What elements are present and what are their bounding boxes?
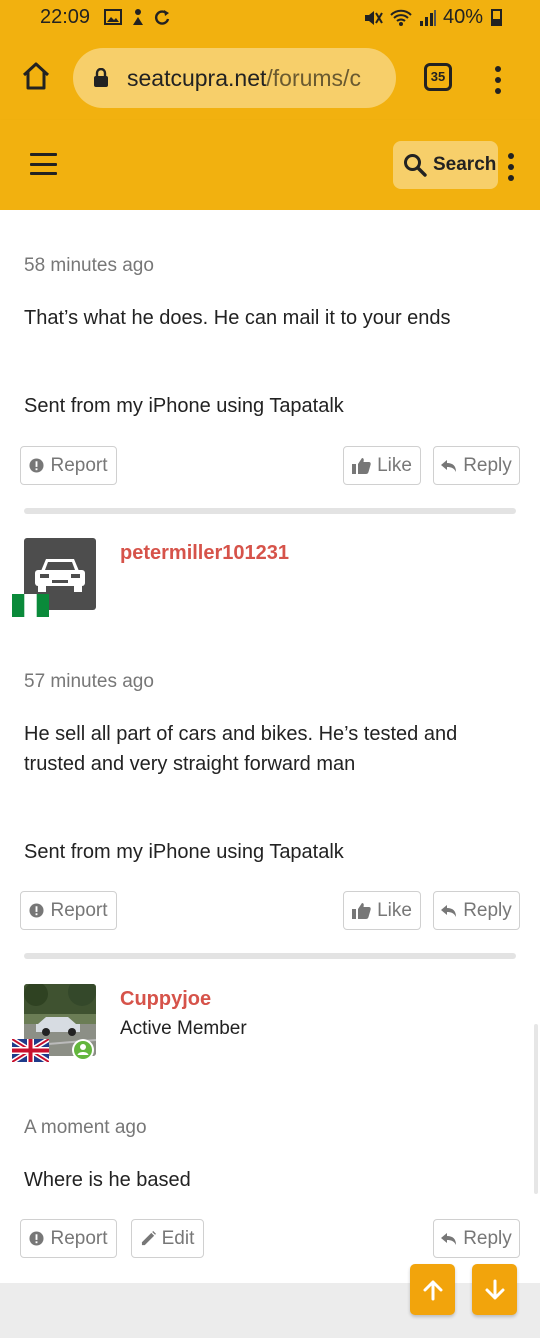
edit-label: Edit — [161, 1227, 195, 1249]
online-status-icon — [72, 1039, 94, 1061]
arrow-up-icon — [423, 1280, 442, 1300]
post-divider — [24, 508, 516, 514]
scrollbar[interactable] — [534, 1024, 538, 1194]
like-label: Like — [377, 899, 412, 921]
thumbs-up-icon — [352, 903, 371, 919]
reply-button[interactable]: Reply — [433, 891, 520, 930]
post-time[interactable]: 57 minutes ago — [24, 671, 154, 693]
post-message: That’s what he does. He can mail it to y… — [24, 307, 451, 329]
report-label: Report — [50, 899, 108, 921]
reply-label: Reply — [463, 899, 512, 921]
battery-percent: 40% — [442, 6, 483, 28]
sync-icon — [155, 10, 170, 25]
user-title: Active Member — [120, 1018, 247, 1039]
home-icon[interactable] — [20, 60, 52, 92]
post-message: He sell all part of cars and bikes. He’s… — [24, 723, 458, 775]
report-button[interactable]: Report — [20, 891, 117, 930]
search-label: Search — [433, 154, 497, 175]
post-signature: Sent from my iPhone using Tapatalk — [24, 395, 344, 417]
post-message: Where is he based — [24, 1169, 191, 1191]
thread-posts: 58 minutes ago That’s what he does. He c… — [0, 210, 540, 1283]
reply-icon — [441, 904, 457, 917]
browser-toolbar: seatcupra.net/forums/c 35 — [0, 36, 540, 120]
reply-button[interactable]: Reply — [433, 1219, 520, 1258]
username-link[interactable]: petermiller101231 — [120, 542, 289, 565]
wifi-icon — [390, 9, 412, 26]
url-text: seatcupra.net/forums/c — [127, 65, 361, 92]
battery-icon — [491, 9, 502, 26]
like-label: Like — [377, 454, 412, 476]
post-time[interactable]: A moment ago — [24, 1117, 147, 1139]
site-menu-icon[interactable] — [508, 153, 514, 181]
activity-icon — [133, 9, 143, 25]
url-domain: seatcupra.net — [127, 65, 267, 91]
status-left-icons — [104, 8, 170, 26]
mute-icon — [364, 10, 383, 25]
reply-label: Reply — [463, 454, 512, 476]
report-button[interactable]: Report — [20, 1219, 117, 1258]
nigeria-flag-icon — [12, 594, 49, 617]
signal-icon — [419, 9, 436, 26]
site-header: Search — [0, 120, 540, 210]
thumbs-up-icon — [352, 458, 371, 474]
report-button[interactable]: Report — [20, 446, 117, 485]
reply-button[interactable]: Reply — [433, 446, 520, 485]
scroll-to-top-button[interactable] — [410, 1264, 455, 1315]
page-footer-area — [0, 1283, 540, 1338]
search-button[interactable]: Search — [393, 141, 498, 189]
like-button[interactable]: Like — [343, 891, 421, 930]
edit-button[interactable]: Edit — [131, 1219, 204, 1258]
scroll-to-bottom-button[interactable] — [472, 1264, 517, 1315]
report-icon — [29, 458, 45, 473]
report-label: Report — [50, 1227, 108, 1249]
uk-flag-icon — [12, 1039, 49, 1062]
report-icon — [29, 1231, 45, 1246]
status-time: 22:09 — [40, 6, 91, 28]
post-divider — [24, 953, 516, 959]
address-bar[interactable]: seatcupra.net/forums/c — [73, 48, 396, 108]
status-bar: 22:09 40% — [0, 0, 540, 36]
status-right-icons: 40% — [363, 6, 502, 29]
arrow-down-icon — [485, 1279, 504, 1299]
report-label: Report — [50, 454, 108, 476]
reply-icon — [441, 459, 457, 472]
report-icon — [29, 903, 45, 918]
reply-label: Reply — [463, 1227, 512, 1249]
pencil-icon — [141, 1231, 156, 1246]
url-path: /forums/c — [266, 65, 361, 91]
gallery-icon — [104, 9, 122, 25]
username-link[interactable]: Cuppyjoe — [120, 988, 211, 1011]
post-time[interactable]: 58 minutes ago — [24, 255, 154, 277]
like-button[interactable]: Like — [343, 446, 421, 485]
tab-switcher-button[interactable]: 35 — [424, 63, 452, 91]
menu-icon[interactable] — [30, 153, 57, 175]
browser-menu-icon[interactable] — [495, 66, 501, 94]
post-signature: Sent from my iPhone using Tapatalk — [24, 841, 344, 863]
search-icon — [404, 154, 427, 177]
reply-icon — [441, 1232, 457, 1245]
lock-icon — [94, 68, 108, 87]
